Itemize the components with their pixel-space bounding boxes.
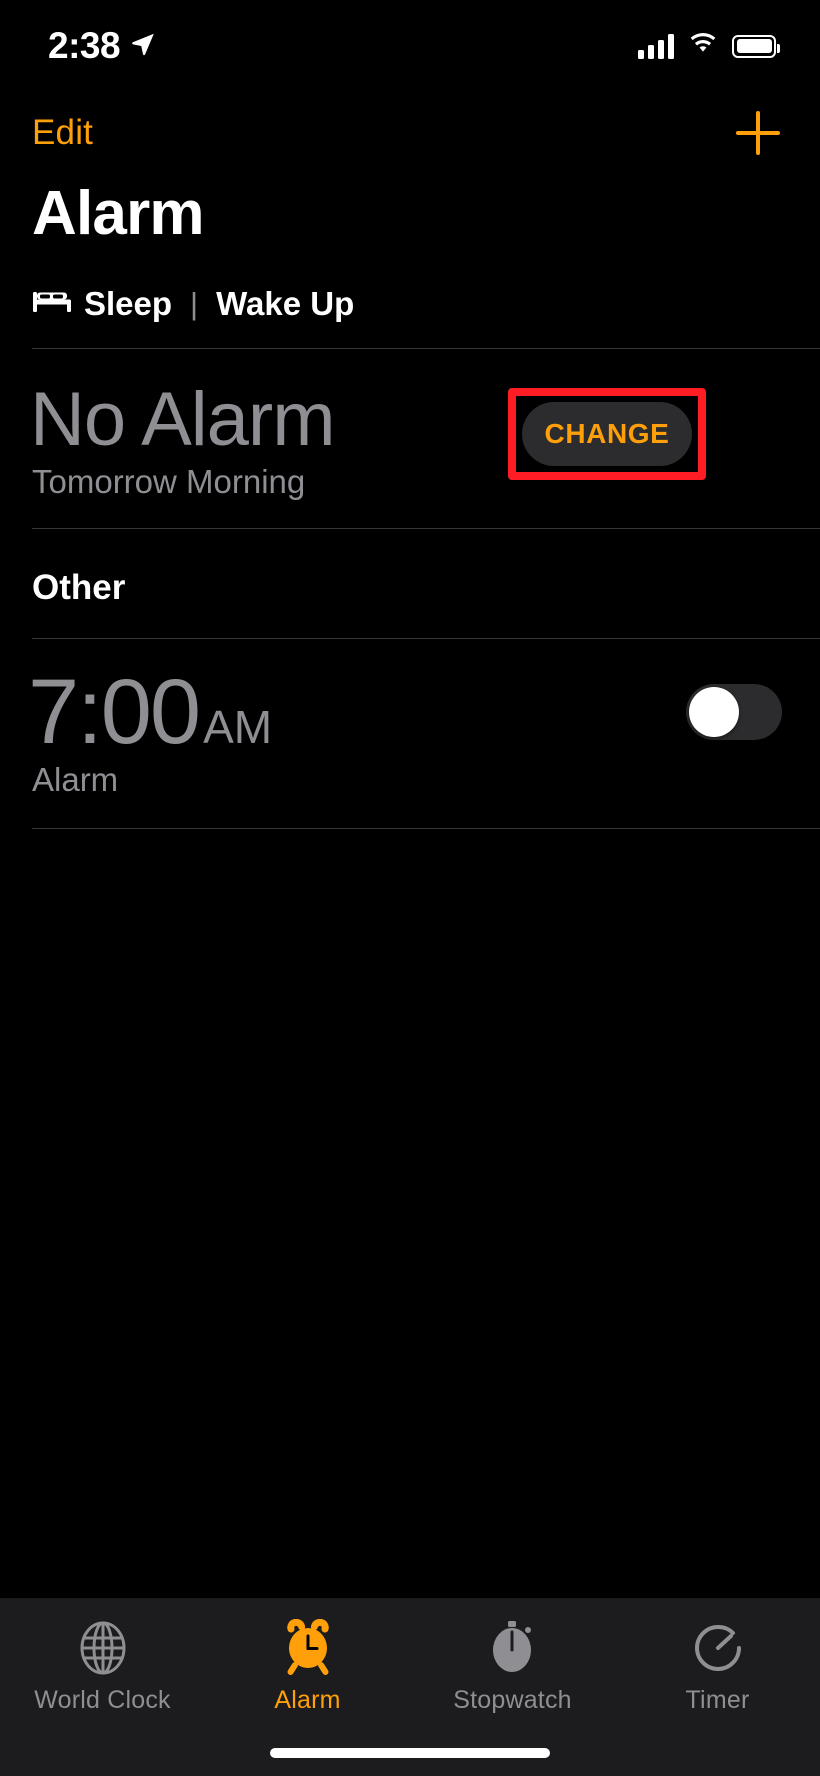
- battery-full-icon: [732, 34, 780, 58]
- page-title: Alarm: [32, 179, 205, 248]
- tab-timer[interactable]: Timer: [628, 1616, 808, 1715]
- plus-icon[interactable]: [736, 111, 780, 155]
- tab-alarm[interactable]: Alarm: [218, 1616, 398, 1715]
- other-section-header: Other: [32, 568, 126, 607]
- stopwatch-icon: [484, 1616, 542, 1680]
- alarm-toggle[interactable]: [686, 684, 782, 740]
- location-arrow-icon: [130, 31, 156, 62]
- globe-icon: [74, 1616, 132, 1680]
- sleep-separator: |: [190, 286, 199, 321]
- tab-label-alarm: Alarm: [274, 1686, 341, 1714]
- tab-world-clock[interactable]: World Clock: [13, 1616, 193, 1715]
- timer-icon: [689, 1616, 747, 1680]
- sleep-wakeup-header[interactable]: Sleep | Wake Up: [32, 285, 354, 323]
- alarm-time: 7:00 AM: [28, 660, 272, 765]
- status-bar: 2:38: [0, 0, 820, 92]
- alarm-clock-icon: [279, 1616, 337, 1680]
- tab-bar: World Clock Alarm Stopwatch Timer: [0, 1598, 820, 1776]
- divider: [32, 528, 820, 529]
- status-bar-right: [638, 32, 780, 61]
- tab-label-timer: Timer: [685, 1686, 750, 1714]
- tab-label-stopwatch: Stopwatch: [453, 1686, 572, 1714]
- alarm-label: Alarm: [32, 761, 119, 798]
- divider: [32, 828, 820, 829]
- cellular-bars-icon: [638, 33, 674, 59]
- home-indicator: [270, 1748, 550, 1758]
- wifi-icon: [688, 32, 718, 61]
- nav-bar: Edit: [0, 92, 820, 174]
- wake-up-label: Wake Up: [216, 285, 355, 322]
- status-bar-left: 2:38: [48, 25, 156, 67]
- sleep-label: Sleep: [84, 285, 173, 322]
- tab-stopwatch[interactable]: Stopwatch: [423, 1616, 603, 1715]
- alarm-meridiem: AM: [203, 701, 273, 753]
- alarm-time-value: 7:00: [28, 661, 201, 763]
- sleep-alarm-subtitle: Tomorrow Morning: [32, 463, 306, 500]
- status-time: 2:38: [48, 25, 121, 66]
- edit-button[interactable]: Edit: [32, 113, 93, 153]
- highlight-annotation-box: [508, 388, 706, 480]
- alarm-toggle-knob: [689, 687, 739, 737]
- tab-label-world-clock: World Clock: [34, 1686, 171, 1714]
- bed-icon: [32, 285, 72, 323]
- alarm-list-item[interactable]: 7:00 AM Alarm: [0, 638, 820, 828]
- sleep-alarm-time: No Alarm: [30, 377, 336, 462]
